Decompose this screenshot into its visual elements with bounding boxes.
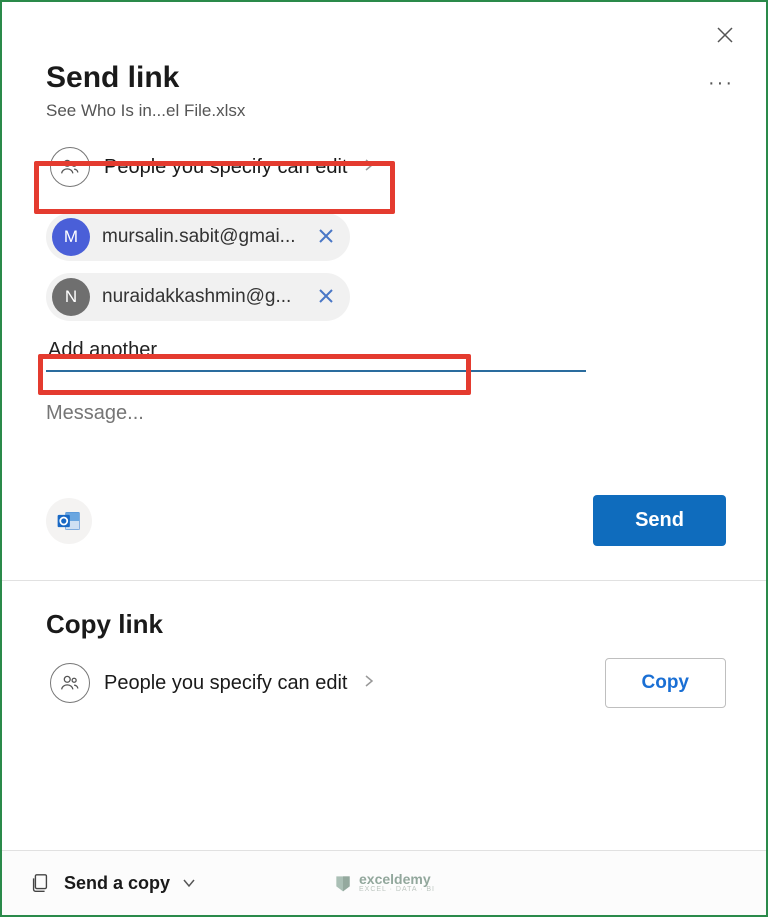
close-icon[interactable] [710, 20, 740, 54]
recipient-email: mursalin.sabit@gmai... [102, 226, 302, 248]
send-link-dialog: ··· Send link See Who Is in...el File.xl… [2, 2, 766, 915]
copy-permission-label: People you specify can edit [104, 672, 348, 695]
recipient-chip: N nuraidakkashmin@g... [46, 273, 350, 321]
recipient-email: nuraidakkashmin@g... [102, 286, 302, 308]
recipient-chips: M mursalin.sabit@gmai... N nuraidakkashm… [46, 213, 726, 321]
people-icon [50, 663, 90, 703]
chevron-down-icon [182, 875, 196, 891]
copy-button[interactable]: Copy [605, 658, 727, 708]
annotation-highlight [38, 354, 471, 395]
watermark: exceldemy EXCEL · DATA · BI [333, 872, 435, 893]
chevron-right-icon [364, 674, 374, 693]
watermark-text: exceldemy [359, 872, 435, 886]
avatar: M [52, 218, 90, 256]
annotation-highlight [34, 161, 395, 214]
message-input[interactable] [46, 402, 726, 425]
copy-file-icon [28, 871, 52, 895]
message-row [46, 402, 726, 425]
copy-permission-button[interactable]: People you specify can edit [46, 659, 378, 707]
copy-link-title: Copy link [46, 609, 726, 640]
remove-recipient-icon[interactable] [314, 284, 338, 310]
send-button[interactable]: Send [593, 495, 726, 546]
watermark-subtext: EXCEL · DATA · BI [359, 886, 435, 893]
dialog-title: Send link [46, 61, 726, 95]
outlook-icon[interactable] [46, 498, 92, 544]
avatar: N [52, 278, 90, 316]
file-name: See Who Is in...el File.xlsx [46, 101, 726, 121]
recipient-chip: M mursalin.sabit@gmai... [46, 213, 350, 261]
watermark-logo-icon [333, 873, 353, 893]
remove-recipient-icon[interactable] [314, 224, 338, 250]
send-row: Send [46, 495, 726, 580]
footer-label: Send a copy [64, 873, 170, 894]
